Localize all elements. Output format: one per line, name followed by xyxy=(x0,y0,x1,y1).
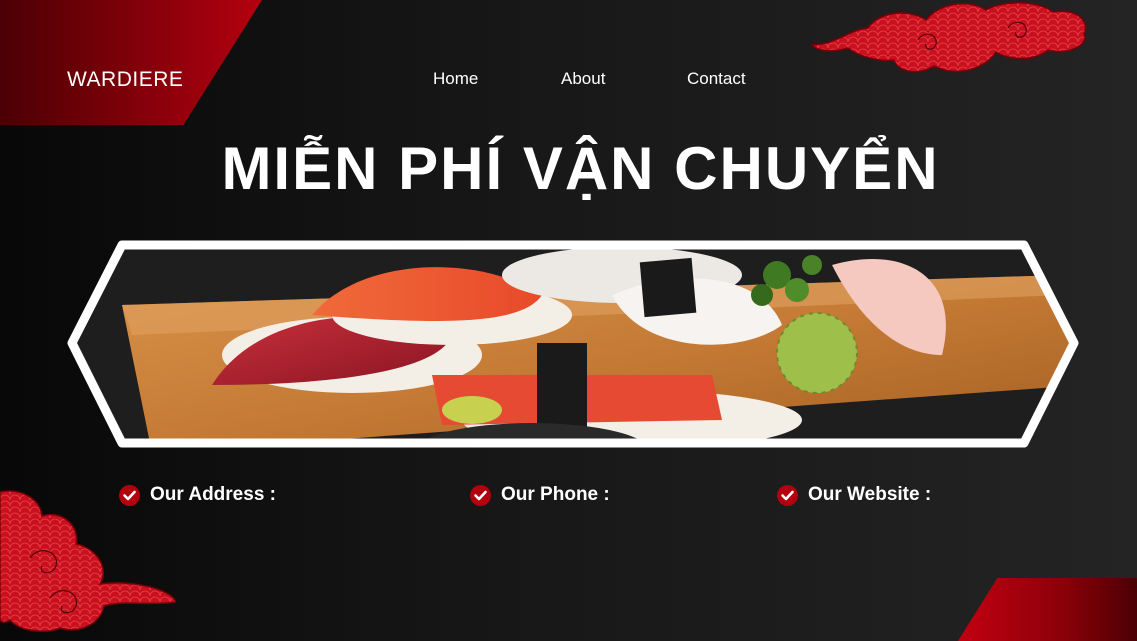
nav-about-link[interactable]: About xyxy=(561,69,605,89)
feature-item-website: Our Website : xyxy=(777,484,931,506)
hero-banner-image xyxy=(67,240,1079,448)
nav-contact-link[interactable]: Contact xyxy=(687,69,746,89)
check-circle-icon xyxy=(470,484,491,506)
check-circle-icon xyxy=(777,484,798,506)
decorative-cloud-top xyxy=(810,2,1087,73)
hero-title: MIỄN PHÍ VẬN CHUYỂN xyxy=(221,135,940,202)
nav-home-link[interactable]: Home xyxy=(433,69,478,89)
brand-corner-shape xyxy=(0,0,262,125)
feature-label: Our Phone : xyxy=(501,484,610,505)
decorative-cloud-bottom xyxy=(0,490,176,633)
feature-label: Our Website : xyxy=(808,484,932,505)
decorative-corner-bottom xyxy=(958,578,1137,641)
feature-item-phone: Our Phone : xyxy=(470,484,610,506)
